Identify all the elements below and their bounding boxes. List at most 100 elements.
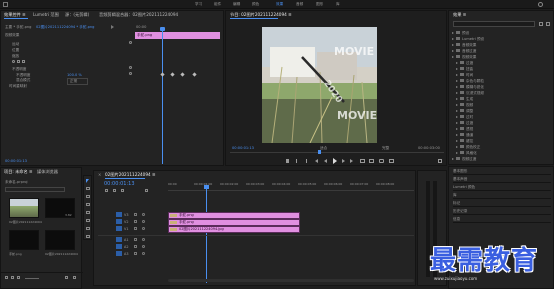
chevron-right-icon[interactable] bbox=[456, 139, 458, 142]
ripple-edit-tool-icon[interactable] bbox=[86, 195, 90, 198]
linked-selection-icon[interactable] bbox=[113, 189, 116, 192]
clip-v2[interactable]: 手蛇.png bbox=[168, 219, 300, 226]
right-panel-item[interactable]: 标记 bbox=[453, 201, 551, 207]
zoom-slider[interactable] bbox=[25, 278, 39, 279]
razor-tool-icon[interactable] bbox=[86, 203, 90, 206]
trash-icon[interactable] bbox=[73, 276, 76, 279]
chevron-right-icon[interactable] bbox=[456, 151, 458, 154]
chevron-right-icon[interactable] bbox=[456, 133, 458, 136]
chevron-right-icon[interactable] bbox=[452, 49, 454, 52]
chevron-right-icon[interactable] bbox=[456, 121, 458, 124]
pen-tool-icon[interactable] bbox=[86, 219, 90, 222]
clip-label[interactable]: 02图片202111224094 * 手蛇.png bbox=[36, 25, 94, 30]
chevron-right-icon[interactable] bbox=[456, 109, 458, 112]
compare-icon[interactable] bbox=[389, 159, 394, 163]
clip-v3[interactable]: 手蛇.png bbox=[168, 212, 300, 219]
keyframe-icon[interactable] bbox=[160, 72, 165, 77]
marker-icon[interactable] bbox=[286, 159, 289, 163]
program-playhead[interactable] bbox=[318, 150, 321, 154]
chevron-right-icon[interactable] bbox=[456, 145, 458, 148]
image-thumbnail[interactable] bbox=[9, 230, 39, 250]
lock-icon[interactable] bbox=[134, 220, 137, 223]
wrench-icon[interactable] bbox=[145, 189, 148, 192]
right-panel-item[interactable]: Lumetri 颜色 bbox=[453, 185, 551, 191]
chevron-right-icon[interactable] bbox=[456, 97, 458, 100]
track-target-toggle[interactable] bbox=[116, 237, 122, 242]
right-panel-item[interactable]: 信息 bbox=[453, 217, 551, 223]
chevron-right-icon[interactable] bbox=[456, 61, 458, 64]
blend-mode-select[interactable]: 正常 bbox=[67, 78, 89, 85]
add-marker-icon[interactable] bbox=[121, 189, 124, 192]
list-view-icon[interactable] bbox=[11, 276, 14, 279]
reset-icon[interactable] bbox=[129, 66, 132, 69]
icon-view-icon[interactable] bbox=[17, 276, 20, 279]
track-target-toggle[interactable] bbox=[116, 212, 122, 217]
search-icon[interactable] bbox=[538, 2, 543, 7]
play-icon[interactable] bbox=[333, 158, 337, 164]
lock-icon[interactable] bbox=[134, 213, 137, 216]
snap-icon[interactable] bbox=[105, 189, 108, 192]
tab-project[interactable]: 项目: 未命名 ≡ bbox=[4, 169, 33, 175]
new-folder-icon[interactable] bbox=[539, 22, 543, 26]
opacity-row[interactable]: 不透明度 bbox=[12, 67, 26, 72]
track-target-toggle[interactable] bbox=[116, 251, 122, 256]
reset-icon[interactable] bbox=[129, 41, 132, 44]
chevron-right-icon[interactable] bbox=[456, 91, 458, 94]
lock-icon[interactable] bbox=[134, 227, 137, 230]
pen-mask-icon[interactable] bbox=[22, 60, 25, 63]
in-point-icon[interactable] bbox=[296, 159, 299, 163]
tab-audio-clip-mixer[interactable]: 音频剪辑混合器：02图片202111224094 bbox=[99, 12, 178, 18]
track-header[interactable]: A3 bbox=[98, 251, 168, 257]
motion-row[interactable]: 运动 bbox=[12, 42, 19, 47]
project-search-input[interactable] bbox=[5, 187, 65, 192]
track-target-toggle[interactable] bbox=[116, 219, 122, 224]
chevron-right-icon[interactable] bbox=[452, 37, 454, 40]
right-panel-item[interactable]: 历史记录 bbox=[453, 209, 551, 215]
quality-select[interactable]: 完整 bbox=[382, 146, 389, 151]
track-header[interactable]: V1 bbox=[98, 226, 168, 232]
track-target-toggle[interactable] bbox=[116, 226, 122, 231]
chevron-right-icon[interactable] bbox=[456, 79, 458, 82]
lock-icon[interactable] bbox=[134, 238, 137, 241]
new-item-icon[interactable] bbox=[65, 276, 68, 279]
close-icon[interactable]: × bbox=[98, 172, 101, 177]
hand-tool-icon[interactable] bbox=[86, 227, 90, 230]
tab-lumetri-scopes[interactable]: Lumetri 范围 bbox=[33, 12, 59, 18]
workspace-tab-libraries[interactable]: 库 bbox=[336, 2, 340, 7]
eye-icon[interactable] bbox=[142, 227, 145, 230]
timeline-timecode[interactable]: 00:00:01:13 bbox=[104, 181, 135, 187]
keyframe-icon[interactable] bbox=[180, 72, 185, 77]
workspace-tab-learn[interactable]: 学习 bbox=[195, 2, 202, 7]
chevron-right-icon[interactable] bbox=[456, 73, 458, 76]
workspace-tab-graphics[interactable]: 图形 bbox=[316, 2, 323, 7]
video-frame[interactable]: MOVIE 2020 MOVIE bbox=[262, 27, 377, 143]
effects-title[interactable]: 效果 ≡ bbox=[453, 12, 466, 18]
ellipse-mask-icon[interactable] bbox=[12, 60, 15, 63]
lift-icon[interactable] bbox=[360, 159, 365, 163]
slip-tool-icon[interactable] bbox=[86, 211, 90, 214]
time-remap-row[interactable]: 时间重映射 bbox=[9, 84, 27, 89]
opacity-value[interactable]: 100.0 % bbox=[67, 73, 82, 77]
workspace-tab-assembly[interactable]: 组件 bbox=[214, 2, 221, 7]
lock-icon[interactable] bbox=[134, 252, 137, 255]
program-scrubber[interactable] bbox=[230, 152, 444, 153]
workspace-tab-audio[interactable]: 音频 bbox=[296, 2, 303, 7]
reset-icon[interactable] bbox=[129, 72, 132, 75]
lock-icon[interactable] bbox=[5, 276, 8, 279]
workspace-tab-editing[interactable]: 编辑 bbox=[233, 2, 240, 7]
chevron-right-icon[interactable] bbox=[452, 55, 454, 58]
step-forward-icon[interactable] bbox=[342, 159, 345, 163]
chevron-right-icon[interactable] bbox=[452, 157, 454, 160]
effects-tree-item[interactable]: 视频过渡 bbox=[449, 156, 554, 162]
eye-icon[interactable] bbox=[142, 220, 145, 223]
mute-icon[interactable] bbox=[142, 252, 145, 255]
workspace-tab-effects[interactable]: 效果 bbox=[276, 2, 283, 7]
home-icon[interactable] bbox=[3, 2, 8, 7]
out-point-icon[interactable] bbox=[304, 159, 307, 163]
timeline-hscroll[interactable] bbox=[168, 279, 414, 282]
keyframe-icon[interactable] bbox=[192, 72, 197, 77]
chevron-right-icon[interactable] bbox=[456, 67, 458, 70]
type-tool-icon[interactable] bbox=[86, 235, 90, 238]
chevron-right-icon[interactable] bbox=[452, 43, 454, 46]
workspace-tab-color[interactable]: 颜色 bbox=[252, 2, 259, 7]
